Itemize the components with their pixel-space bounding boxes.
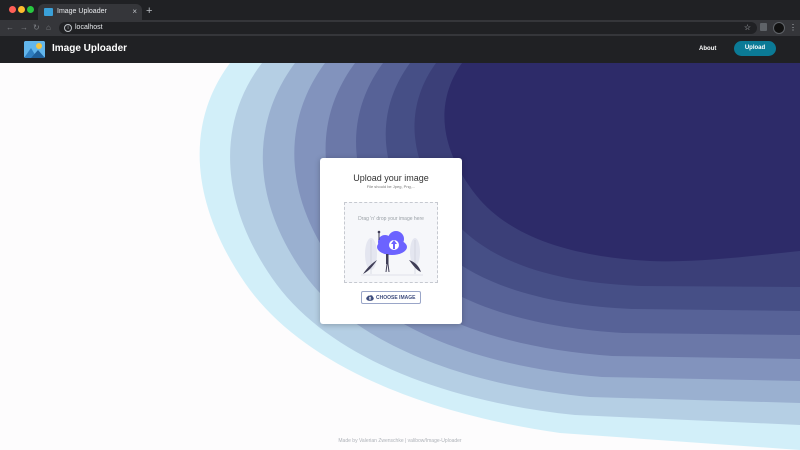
card-title: Upload your image — [353, 173, 429, 183]
image-icon[interactable] — [24, 41, 45, 58]
address-bar[interactable]: i localhost ☆ — [59, 22, 757, 34]
bookmark-star-icon[interactable]: ☆ — [744, 22, 751, 34]
url-text[interactable]: localhost — [75, 22, 103, 34]
back-icon[interactable]: ← — [6, 22, 14, 34]
browser-toolbar: ← → ↻ ⌂ i localhost ☆ ⋮ — [0, 20, 800, 36]
browser-tabbar: Image Uploader × + — [0, 0, 800, 20]
browser-menu-icon[interactable]: ⋮ — [789, 22, 797, 34]
tab-title: Image Uploader — [57, 8, 107, 15]
forward-icon[interactable]: → — [20, 22, 28, 34]
dropzone-text: Drag 'n' drop your image here — [358, 216, 424, 222]
card-subtitle: File should be Jpeg, Png,... — [366, 184, 416, 189]
info-icon[interactable]: i — [64, 24, 72, 32]
upload-button[interactable]: Upload — [734, 41, 776, 56]
upload-card: Upload your image File should be Jpeg, P… — [320, 158, 462, 324]
reload-icon[interactable]: ↻ — [33, 22, 40, 34]
minimize-window-icon[interactable] — [18, 6, 25, 13]
image-favicon-icon — [44, 8, 53, 16]
extension-icon[interactable] — [760, 23, 767, 31]
footer-credit[interactable]: Made by Valerian Zwenschke | valibow/Ima… — [0, 437, 800, 445]
browser-tab[interactable]: Image Uploader × — [38, 4, 142, 20]
main-page: Upload your image File should be Jpeg, P… — [0, 63, 800, 450]
new-tab-icon[interactable]: + — [146, 4, 152, 18]
choose-image-button[interactable]: CHOOSE IMAGE — [361, 291, 421, 304]
app-title[interactable]: Image Uploader — [52, 42, 127, 56]
app-header: Image Uploader About Upload — [0, 36, 800, 63]
close-window-icon[interactable] — [9, 6, 16, 13]
maximize-window-icon[interactable] — [27, 6, 34, 13]
cloud-upload-illustration — [361, 230, 423, 276]
profile-avatar[interactable] — [773, 22, 785, 34]
dropzone[interactable]: Drag 'n' drop your image here — [344, 202, 438, 283]
about-link[interactable]: About — [699, 44, 716, 54]
choose-image-label: CHOOSE IMAGE — [376, 295, 416, 301]
home-icon[interactable]: ⌂ — [46, 22, 51, 34]
tab-close-icon[interactable]: × — [132, 6, 137, 18]
cloud-upload-icon — [366, 295, 374, 301]
